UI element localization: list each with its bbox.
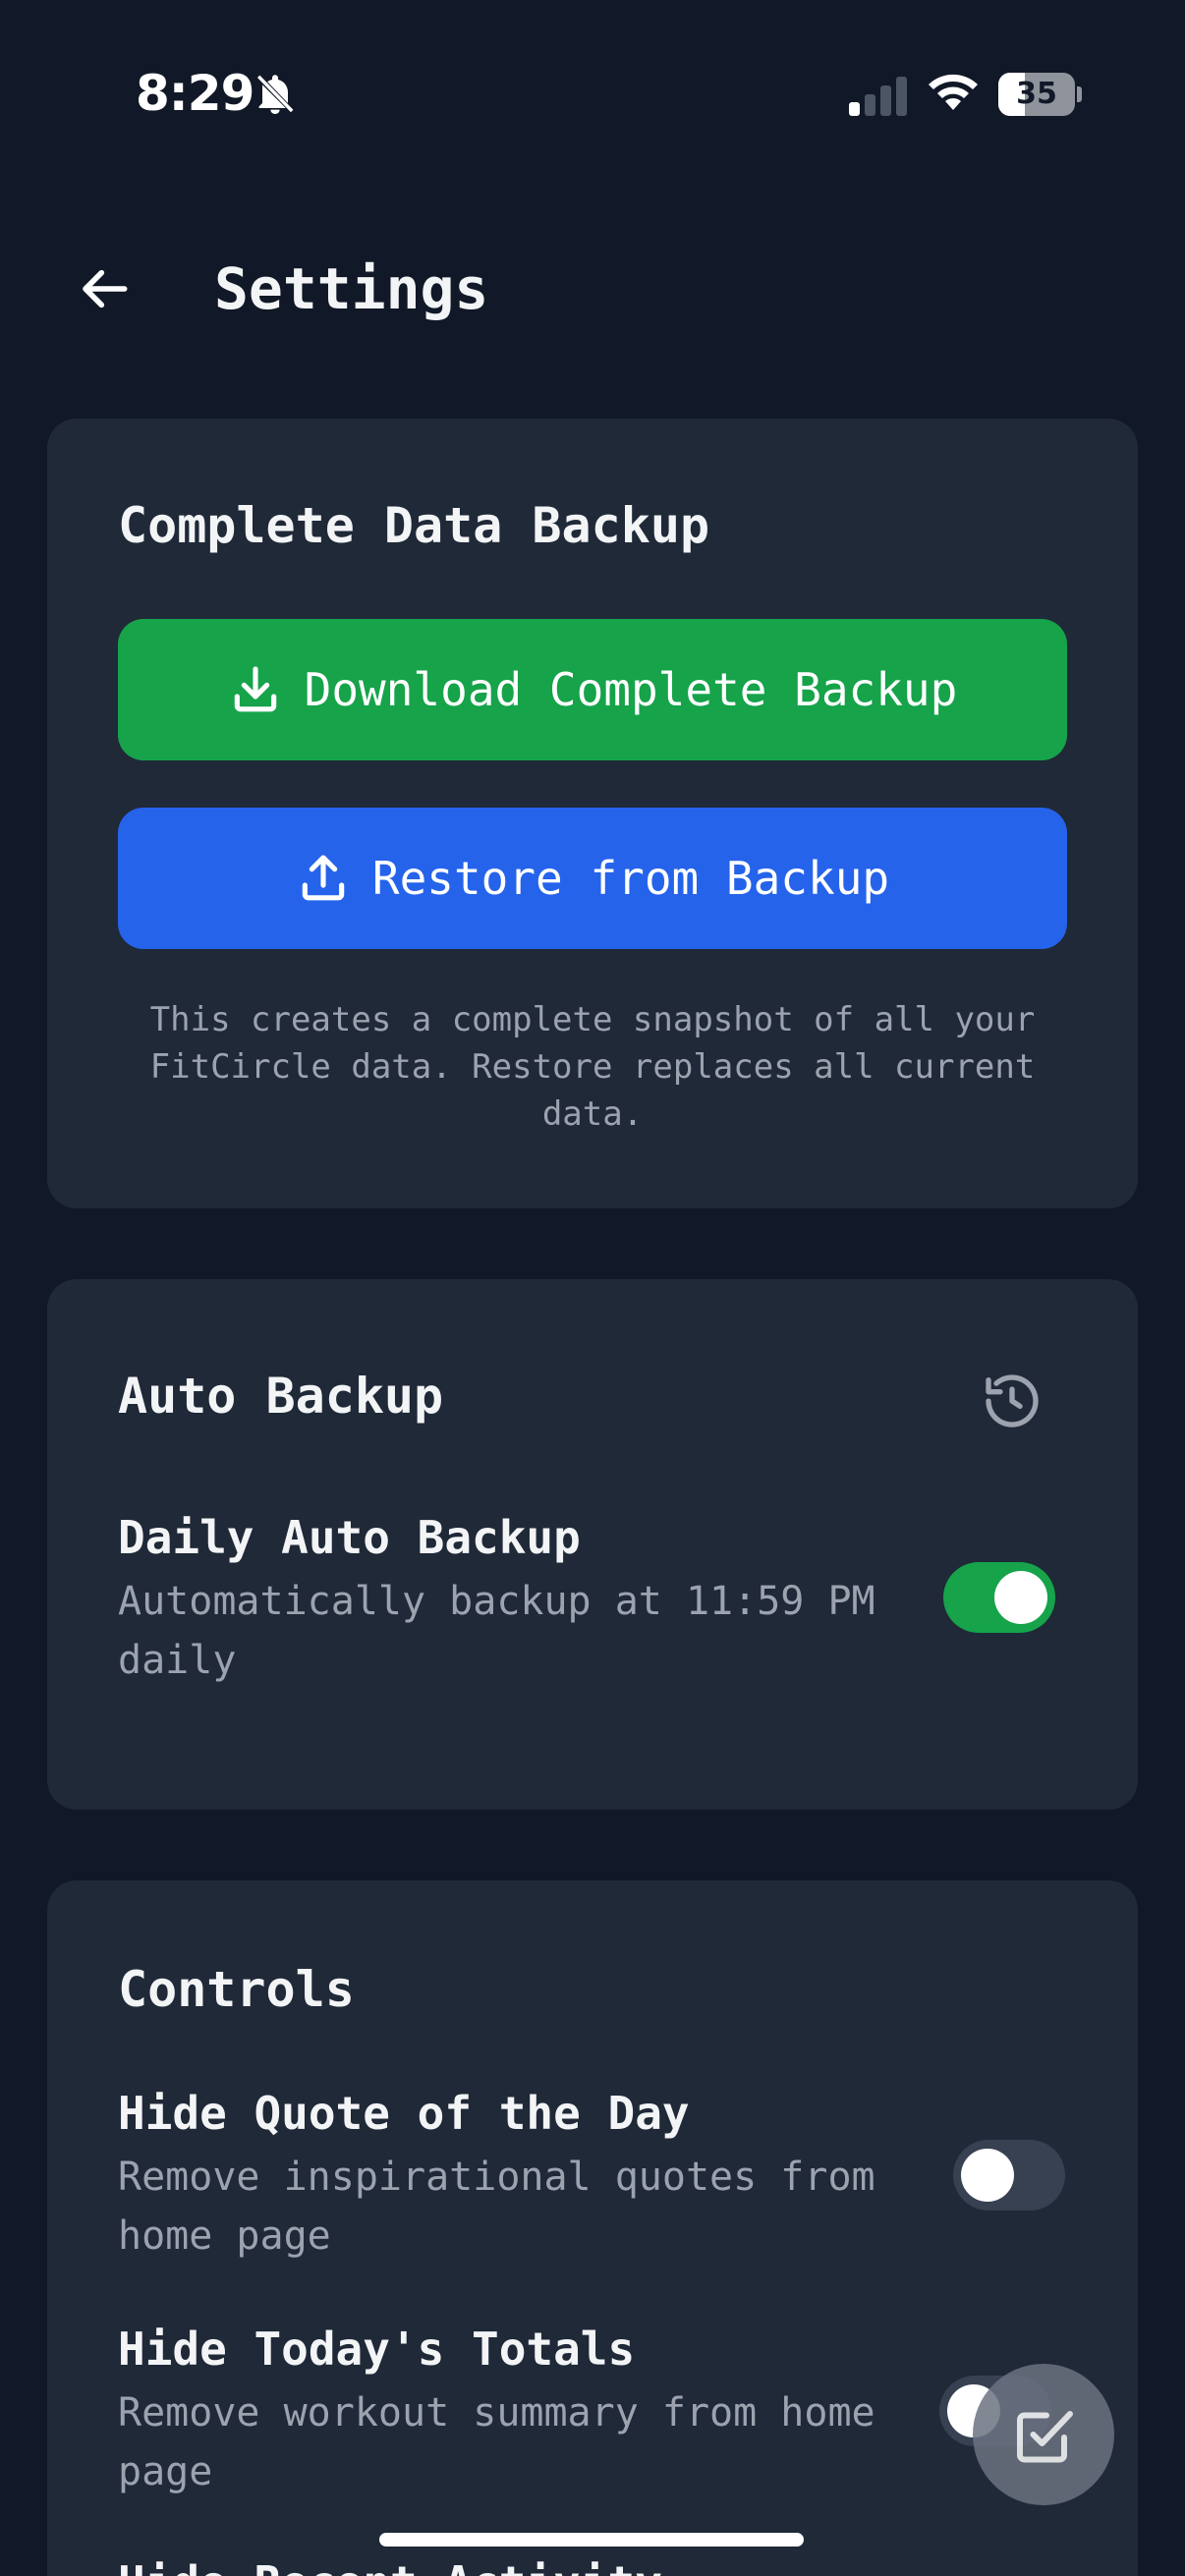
download-backup-button[interactable]: Download Complete Backup (118, 619, 1067, 760)
status-bar: 8:29 35 (0, 0, 1185, 167)
auto-backup-card: Auto Backup Daily Auto Backup Automatica… (47, 1279, 1138, 1810)
backup-note: This creates a complete snapshot of all … (149, 1000, 1036, 1134)
daily-auto-backup-toggle[interactable] (943, 1562, 1055, 1633)
controls-card: Controls Hide Quote of the Day Remove in… (47, 1880, 1138, 2576)
restore-backup-label: Restore from Backup (371, 852, 890, 905)
bell-off-icon (257, 75, 294, 114)
history-icon (986, 1374, 1039, 1428)
toggle-knob (994, 1571, 1047, 1624)
wifi-icon (929, 74, 978, 110)
hide-recent-activity-title: Hide Recent Activity (118, 2556, 662, 2576)
auto-backup-title: Auto Backup (118, 1368, 444, 1425)
backup-card-title: Complete Data Backup (118, 497, 710, 554)
hide-quote-description: Remove inspirational quotes from home pa… (118, 2155, 875, 2259)
backup-card: Complete Data Backup Download Complete B… (47, 419, 1138, 1208)
floating-action-button[interactable] (973, 2364, 1114, 2505)
back-button[interactable] (69, 252, 143, 326)
battery-indicator: 35 (998, 73, 1082, 116)
battery-body: 35 (998, 73, 1075, 116)
restore-backup-button[interactable]: Restore from Backup (118, 808, 1067, 949)
download-icon (234, 666, 276, 712)
hide-totals-title: Hide Today's Totals (118, 2323, 636, 2376)
checkbox-edit-icon (1017, 2411, 1073, 2463)
battery-nub (1077, 86, 1082, 102)
download-backup-label: Download Complete Backup (304, 663, 958, 716)
page-title: Settings (214, 255, 489, 322)
daily-auto-backup-title: Daily Auto Backup (118, 1511, 581, 1564)
settings-screen: 8:29 35 Settings Complete Data Backup Do… (0, 0, 1185, 2576)
status-time: 8:29 (136, 65, 254, 122)
signal-strength-icon (849, 77, 907, 116)
hide-totals-description: Remove workout summary from home page (118, 2390, 875, 2494)
hide-quote-title: Hide Quote of the Day (118, 2087, 690, 2140)
hide-quote-toggle[interactable] (953, 2140, 1065, 2211)
upload-icon (302, 855, 345, 901)
battery-level: 35 (1016, 77, 1057, 111)
home-indicator[interactable] (379, 2533, 804, 2547)
daily-auto-backup-description: Automatically backup at 11:59 PM daily (118, 1579, 875, 1683)
toggle-knob (961, 2149, 1014, 2202)
arrow-left-icon (83, 269, 128, 308)
controls-title: Controls (118, 1961, 355, 2018)
